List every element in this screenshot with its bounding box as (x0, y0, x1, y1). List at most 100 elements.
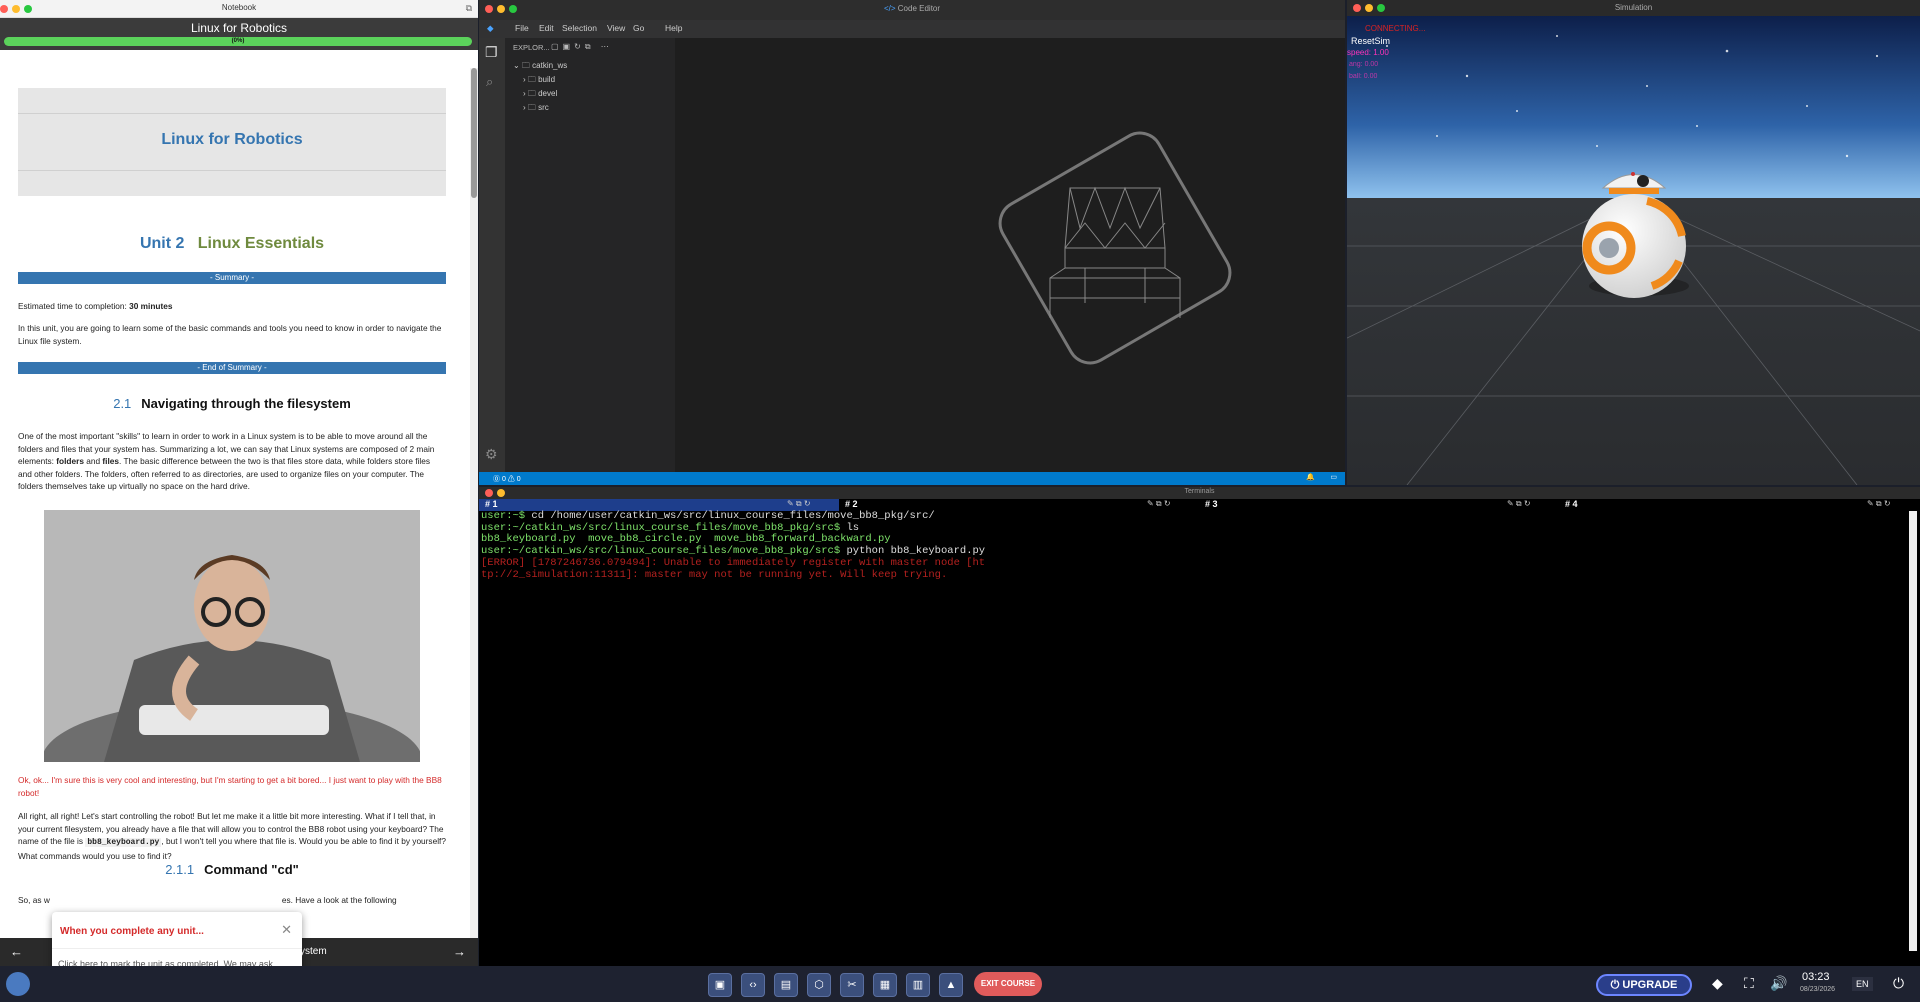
summary-bar: - Summary - (18, 272, 446, 284)
problems-count[interactable]: ⓪ 0 ⚠ 0 (493, 474, 521, 484)
unit-name: Linux Essentials (197, 235, 325, 252)
exit-course-button[interactable]: EXIT COURSE (974, 972, 1042, 996)
simulation-3d-view[interactable] (1347, 16, 1920, 485)
menu-selection[interactable]: Selection (562, 23, 597, 33)
menu-go[interactable]: Go (633, 23, 644, 33)
clock-date: 08/23/2026 (1800, 986, 1836, 993)
reset-sim-button[interactable]: ResetSim (1351, 36, 1390, 46)
tree-item-devel[interactable]: › 🗀 devel (523, 88, 557, 102)
simulation-app-icon[interactable]: ⬡ (807, 973, 831, 997)
menu-edit[interactable]: Edit (539, 23, 554, 33)
intro-paragraph: In this unit, you are going to learn som… (18, 323, 442, 346)
tab-3-actions[interactable]: ✎ ⧉ ↻ (1507, 499, 1531, 509)
ball-readout: ball: 0.00 (1349, 73, 1378, 80)
tab-1-actions[interactable]: ✎ ⧉ ↻ (787, 499, 811, 509)
code-editor-window: </> Code Editor ◆ File Edit Selection Vi… (479, 0, 1345, 485)
terminals-window-title: Terminals (1184, 488, 1215, 495)
simulation-window-title: Simulation (1614, 3, 1653, 12)
terminals-titlebar: Terminals (479, 487, 1920, 499)
toast-title: When you complete any unit... (60, 926, 204, 937)
notebook-titlebar: Notebook ⧉ (0, 0, 478, 18)
notebook-app-icon[interactable]: ▤ (774, 973, 798, 997)
estimated-time-value: 30 minutes (129, 301, 173, 311)
editor-menubar: ◆ File Edit Selection View Go Help (479, 20, 1345, 38)
course-title: Linux for Robotics (190, 21, 288, 35)
book-app-icon[interactable]: ▥ (906, 973, 930, 997)
tab-2-actions[interactable]: ✎ ⧉ ↻ (1147, 499, 1171, 509)
tree-item-src[interactable]: › 🗀 src (523, 102, 549, 116)
current-section-label: ystem (300, 946, 327, 957)
activity-bar: ❐ ⌕ ⚙ (479, 38, 505, 472)
fullscreen-icon[interactable]: ⛶ (1744, 975, 1754, 992)
speed-readout: speed: 1.00 (1347, 48, 1389, 57)
tree-item-catkin-ws[interactable]: ⌄ 🗀 catkin_ws (513, 60, 567, 74)
terminal-scrollbar[interactable] (1909, 511, 1917, 951)
upgrade-icon: ⏻ (1610, 979, 1620, 991)
next-arrow-icon[interactable]: → (453, 944, 466, 959)
explorer-label: EXPLOR... (513, 43, 550, 52)
vscode-logo-icon: ◆ (487, 23, 494, 33)
notebook-content: Linux for Robotics Unit 2 Linux Essentia… (0, 68, 470, 938)
editor-titlebar: </> Code Editor (479, 0, 1345, 20)
popout-icon[interactable]: ⧉ (466, 3, 472, 14)
terminal-error-line: tp://2_simulation:11311]: master may not… (481, 568, 948, 581)
explorer-actions[interactable]: ▢▣↻⧉ ⋯ (551, 42, 613, 52)
menu-view[interactable]: View (607, 23, 625, 33)
editor-watermark-logo (998, 131, 1232, 365)
filename-code: bb8_keyboard.py (85, 838, 162, 847)
editor-statusbar: ⓪ 0 ⚠ 0 🔔 ▭ (479, 472, 1345, 485)
previous-arrow-icon[interactable]: ← (10, 944, 23, 959)
bored-man-image (44, 510, 420, 762)
tools-app-icon[interactable]: ✂ (840, 973, 864, 997)
cd-paragraph: So, as w es. Have a look at the following (18, 895, 397, 905)
explorer-sidebar: EXPLOR... ▢▣↻⧉ ⋯ ⌄ 🗀 catkin_ws › 🗀 build… (505, 38, 675, 472)
notebook-scrollbar[interactable] (470, 68, 478, 938)
explorer-icon[interactable]: ❐ (485, 44, 498, 61)
notebook-window-title: Notebook (221, 3, 257, 12)
globe-icon[interactable] (6, 972, 30, 996)
course-progress-bar: (0%) (4, 37, 472, 46)
menu-help[interactable]: Help (665, 23, 682, 33)
end-summary-bar: - End of Summary - (18, 362, 446, 374)
volume-icon[interactable]: 🔊 (1770, 975, 1787, 992)
filesystem-paragraph: One of the most important "skills" to le… (18, 431, 435, 491)
bell-icon[interactable]: 🔔 (1306, 473, 1315, 481)
course-banner: Linux for Robotics (18, 88, 446, 196)
help-icon[interactable]: ◆ (1712, 975, 1723, 992)
layout-icon[interactable]: ▭ (1330, 473, 1337, 481)
terminal-app-icon[interactable]: ▣ (708, 973, 732, 997)
power-icon[interactable]: ⏻ (1893, 975, 1904, 992)
clock-time: 03:23 (1802, 971, 1830, 983)
editor-window-title: </> Code Editor (883, 4, 941, 13)
terminal-output[interactable]: user:~$ cd /home/user/catkin_ws/src/linu… (481, 510, 1901, 951)
estimated-time: Estimated time to completion: 30 minutes (18, 301, 173, 311)
section-heading: 2.1 Navigating through the filesystem (113, 396, 351, 411)
layout-app-icon[interactable]: ▦ (873, 973, 897, 997)
course-progress-text: (0%) (231, 38, 245, 44)
unit-title: Unit 2 Linux Essentials (18, 235, 446, 252)
terminal-tab-4[interactable]: # 4 (1559, 499, 1578, 511)
challenge-paragraph: All right, all right! Let's start contro… (18, 811, 446, 861)
terminal-tab-3[interactable]: # 3 (1199, 499, 1218, 511)
tab-4-actions[interactable]: ✎ ⧉ ↻ (1867, 499, 1891, 509)
terminal-error-line: [ERROR] [1787246736.079494]: Unable to i… (481, 556, 986, 569)
code-icon: </> (883, 4, 896, 13)
language-indicator[interactable]: EN (1852, 977, 1873, 991)
code-editor-app-icon[interactable]: ‹› (741, 973, 765, 997)
simulation-window[interactable]: Simulation CONNECTING... ResetSim speed:… (1347, 0, 1920, 485)
simulation-titlebar: Simulation (1347, 0, 1920, 16)
menu-file[interactable]: File (515, 23, 529, 33)
banner-title: Linux for Robotics (161, 131, 303, 148)
upgrade-button[interactable]: ⏻ UPGRADE (1596, 974, 1692, 996)
bored-note: Ok, ok... I'm sure this is very cool and… (18, 775, 442, 798)
taskbar: ▣ ‹› ▤ ⬡ ✂ ▦ ▥ ▲ EXIT COURSE ⏻ UPGRADE ◆… (0, 966, 1920, 1002)
toast-close-icon[interactable]: ✕ (281, 922, 292, 938)
tree-item-build[interactable]: › 🗀 build (523, 74, 555, 88)
notebook-window: Notebook ⧉ Linux for Robotics (0%) Linux… (0, 0, 478, 966)
search-icon[interactable]: ⌕ (486, 74, 493, 90)
subsection-heading: 2.1.1 Command "cd" (165, 862, 299, 877)
gear-icon[interactable]: ⚙ (485, 446, 498, 463)
unit-number: Unit 2 (139, 235, 185, 252)
terminals-window: Terminals # 1 ✎ ⧉ ↻ # 2 ✎ ⧉ ↻ # 3 ✎ ⧉ ↻ … (479, 487, 1920, 966)
warning-app-icon[interactable]: ▲ (939, 973, 963, 997)
